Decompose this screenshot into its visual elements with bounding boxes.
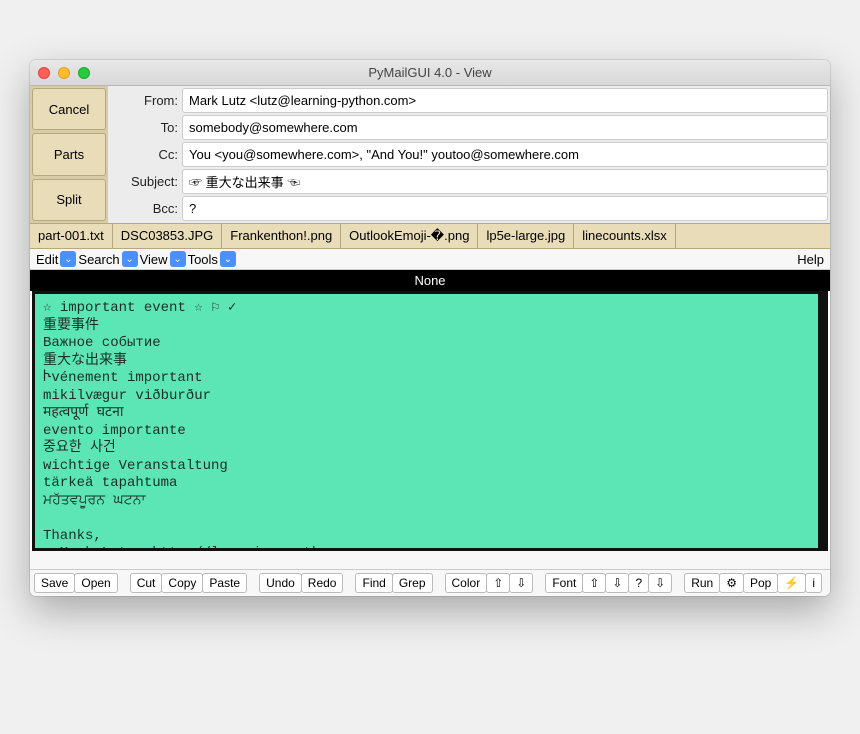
header-fields: From: To: Cc: Subject: Bcc: <box>108 86 830 223</box>
menu-view[interactable]: View ⌄ <box>140 251 186 267</box>
sidebar-buttons: Cancel Parts Split <box>30 86 108 223</box>
to-label: To: <box>110 120 178 135</box>
chevron-down-icon: ⌄ <box>170 251 186 267</box>
minimize-icon[interactable] <box>58 67 70 79</box>
from-field[interactable] <box>182 88 828 113</box>
bcc-label: Bcc: <box>110 201 178 216</box>
menu-search[interactable]: Search ⌄ <box>78 251 137 267</box>
pop-button[interactable]: Pop <box>743 573 778 593</box>
gap <box>30 551 830 569</box>
status-bar: None <box>30 270 830 291</box>
header-area: Cancel Parts Split From: To: Cc: Subject… <box>30 86 830 223</box>
titlebar: PyMailGUI 4.0 - View <box>30 60 830 86</box>
zoom-icon[interactable] <box>78 67 90 79</box>
subject-label: Subject: <box>110 174 178 189</box>
subject-field[interactable] <box>182 169 828 194</box>
color-down-button[interactable]: ⇩ <box>509 573 533 593</box>
attachment-item[interactable]: lp5e-large.jpg <box>478 224 574 248</box>
menubar: Edit ⌄ Search ⌄ View ⌄ Tools ⌄ Help <box>30 249 830 270</box>
color-button[interactable]: Color <box>445 573 488 593</box>
bottom-toolbar: Save Open Cut Copy Paste Undo Redo Find … <box>30 569 830 596</box>
chevron-down-icon: ⌄ <box>60 251 76 267</box>
paste-button[interactable]: Paste <box>202 573 247 593</box>
to-field[interactable] <box>182 115 828 140</box>
menu-help[interactable]: Help <box>797 252 824 267</box>
attachment-item[interactable]: linecounts.xlsx <box>574 224 676 248</box>
attachment-item[interactable]: Frankenthon!.png <box>222 224 341 248</box>
editor-wrap: ☆ important event ☆ ⚐ ✓ 重要事件 Важное собы… <box>30 291 830 551</box>
message-body[interactable]: ☆ important event ☆ ⚐ ✓ 重要事件 Важное собы… <box>32 291 828 551</box>
bcc-field[interactable] <box>182 196 828 221</box>
from-label: From: <box>110 93 178 108</box>
cancel-button[interactable]: Cancel <box>32 88 106 130</box>
copy-button[interactable]: Copy <box>161 573 203 593</box>
save-button[interactable]: Save <box>34 573 75 593</box>
find-button[interactable]: Find <box>355 573 392 593</box>
cc-label: Cc: <box>110 147 178 162</box>
cut-button[interactable]: Cut <box>130 573 163 593</box>
menu-tools[interactable]: Tools ⌄ <box>188 251 236 267</box>
font-q-down-button[interactable]: ⇩ <box>648 573 672 593</box>
attachments-bar: part-001.txt DSC03853.JPG Frankenthon!.p… <box>30 223 830 249</box>
app-window: PyMailGUI 4.0 - View Cancel Parts Split … <box>30 60 830 596</box>
run-button[interactable]: Run <box>684 573 720 593</box>
info-button[interactable]: i <box>805 573 822 593</box>
window-title: PyMailGUI 4.0 - View <box>30 65 830 80</box>
font-down-button[interactable]: ⇩ <box>605 573 629 593</box>
parts-button[interactable]: Parts <box>32 133 106 175</box>
chevron-down-icon: ⌄ <box>220 251 236 267</box>
cc-field[interactable] <box>182 142 828 167</box>
attachment-item[interactable]: part-001.txt <box>30 224 113 248</box>
font-q-button[interactable]: ? <box>628 573 649 593</box>
grep-button[interactable]: Grep <box>392 573 433 593</box>
chevron-down-icon: ⌄ <box>122 251 138 267</box>
open-button[interactable]: Open <box>74 573 117 593</box>
run-gear-button[interactable]: ⚙ <box>719 573 744 593</box>
undo-button[interactable]: Undo <box>259 573 302 593</box>
close-icon[interactable] <box>38 67 50 79</box>
attachment-item[interactable]: OutlookEmoji-�.png <box>341 224 478 248</box>
color-up-button[interactable]: ⇧ <box>486 573 510 593</box>
font-up-button[interactable]: ⇧ <box>582 573 606 593</box>
font-button[interactable]: Font <box>545 573 583 593</box>
pop-bang-button[interactable]: ⚡ <box>777 573 806 593</box>
redo-button[interactable]: Redo <box>301 573 344 593</box>
split-button[interactable]: Split <box>32 179 106 221</box>
attachment-item[interactable]: DSC03853.JPG <box>113 224 223 248</box>
menu-edit[interactable]: Edit ⌄ <box>36 251 76 267</box>
